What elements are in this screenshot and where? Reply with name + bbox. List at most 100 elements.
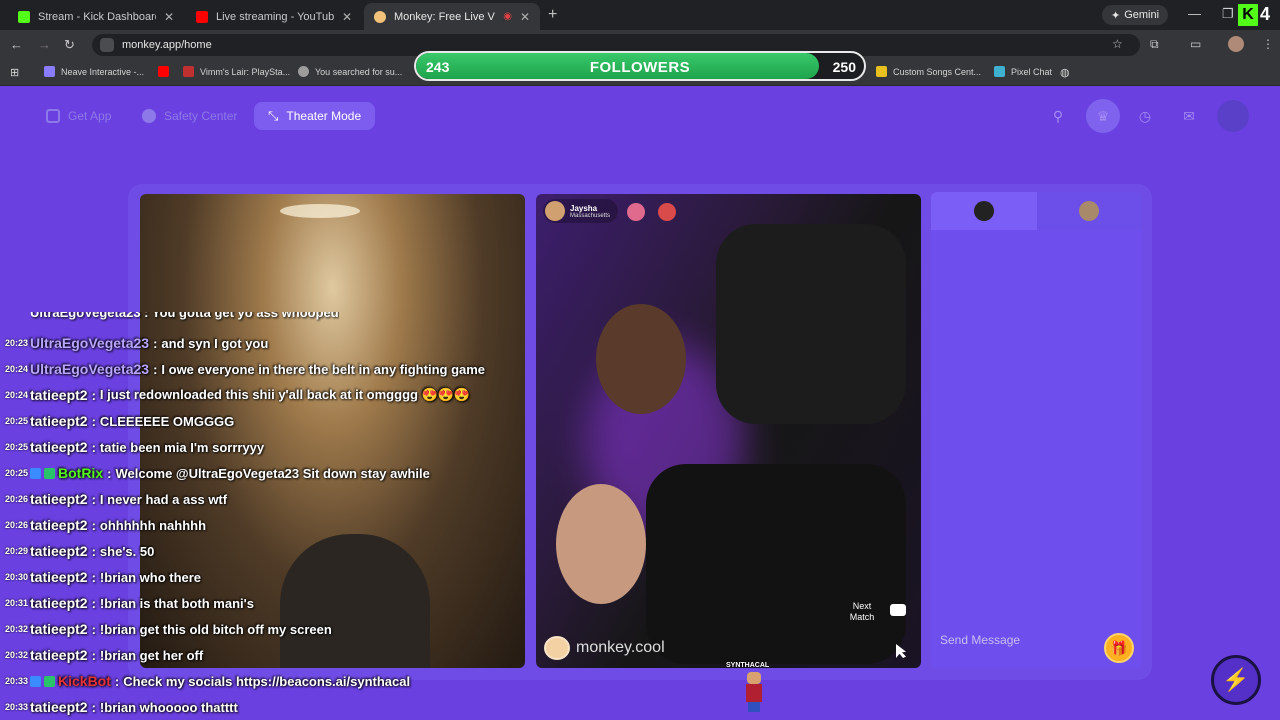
text-chat-panel xyxy=(931,192,1142,668)
chat-username[interactable]: KickBot xyxy=(58,673,111,689)
chat-tab-1[interactable] xyxy=(931,192,1037,230)
chat-message: !brian get her off xyxy=(99,647,204,663)
report-icon[interactable] xyxy=(658,203,676,221)
followers-label: FOLLOWERS xyxy=(589,59,691,76)
bookmark-neave[interactable]: Neave Interactive -... xyxy=(44,66,144,77)
url-text: monkey.app/home xyxy=(122,39,212,51)
chat-tab-2[interactable] xyxy=(1036,192,1142,230)
bookmark-label: Vimm's Lair: PlaySta... xyxy=(200,66,291,77)
messages-icon[interactable]: ✉ xyxy=(1176,103,1202,129)
chat-line: 20:29 tatieept2: she's. 50 xyxy=(0,538,154,564)
gemini-button[interactable]: ✦ Gemini xyxy=(1102,5,1169,25)
chat-username[interactable]: tatieept2 xyxy=(30,517,88,533)
globe-icon xyxy=(298,66,309,77)
kick-favicon-icon xyxy=(18,10,30,23)
overlay-number: 4 xyxy=(1260,4,1271,24)
globe-icon[interactable]: ◍ xyxy=(1060,66,1070,79)
tab-title: Monkey: Free Live Video Chat xyxy=(394,10,495,23)
custom-songs-icon xyxy=(876,66,887,77)
forward-icon[interactable]: → xyxy=(38,37,51,52)
apps-grid-icon[interactable]: ⊞ xyxy=(10,66,19,79)
chat-username[interactable]: UltraEgoVegeta23 xyxy=(30,335,149,351)
chat-message: ohhhhhh nahhhh xyxy=(99,517,207,533)
reload-icon[interactable]: ↻ xyxy=(64,37,75,53)
search-icon[interactable]: ⚲ xyxy=(1045,103,1071,129)
chat-username[interactable]: tatieept2 xyxy=(30,621,88,637)
maximize-icon[interactable]: ❐ xyxy=(1222,6,1234,22)
person-face xyxy=(556,484,646,604)
chat-separator: : xyxy=(153,335,158,351)
close-tab-icon[interactable]: ✕ xyxy=(342,10,352,24)
close-tab-icon[interactable]: ✕ xyxy=(520,10,530,24)
site-info-icon[interactable] xyxy=(100,38,114,52)
chat-timestamp: 20:32 xyxy=(4,650,28,660)
bookmark-label: Neave Interactive -... xyxy=(61,66,145,77)
heart-icon[interactable] xyxy=(627,203,645,221)
chat-timestamp: 20:25 xyxy=(4,442,28,452)
chat-username[interactable]: tatieept2 xyxy=(30,569,88,585)
crown-icon[interactable]: ♛ xyxy=(1086,99,1120,133)
chat-username[interactable]: tatieept2 xyxy=(30,491,88,507)
bookmark-star-icon[interactable]: ☆ xyxy=(1112,37,1123,51)
get-app-button[interactable]: Get App xyxy=(32,102,125,130)
next-match-icon[interactable] xyxy=(890,604,906,616)
chat-message: !brian whooooo thatttt xyxy=(99,699,238,715)
chat-line: 20:31 tatieept2: !brian is that both mani'… xyxy=(0,590,254,616)
lightning-button[interactable]: ⚡ xyxy=(1211,655,1261,705)
side-panel-icon[interactable]: ▭ xyxy=(1190,37,1201,51)
chat-username[interactable]: tatieept2 xyxy=(30,439,88,455)
extensions-icon[interactable]: ⧉ xyxy=(1150,37,1159,52)
close-tab-icon[interactable]: ✕ xyxy=(164,10,174,24)
safety-center-label: Safety Center xyxy=(164,109,238,123)
history-icon[interactable]: ◷ xyxy=(1132,103,1158,129)
tab-monkey[interactable]: Monkey: Free Live Video Chat ◉ ✕ xyxy=(364,3,540,30)
back-icon[interactable]: ← xyxy=(10,37,23,52)
tab-kick-dashboard[interactable]: Stream - Kick Dashboard ✕ xyxy=(8,3,184,30)
profile-avatar[interactable] xyxy=(1228,36,1244,52)
chat-username[interactable]: tatieept2 xyxy=(30,595,88,611)
chat-username[interactable]: tatieept2 xyxy=(30,413,88,429)
chat-message: Welcome @UltraEgoVegeta23 Sit down stay … xyxy=(115,465,430,481)
bookmark-vimms-lair[interactable]: Vimm's Lair: PlaySta... xyxy=(183,66,290,77)
chat-username[interactable]: tatieept2 xyxy=(30,699,88,715)
bookmark-search[interactable]: You searched for su... xyxy=(298,66,402,77)
tab-youtube-studio[interactable]: Live streaming - YouTube Studio ✕ xyxy=(186,3,362,30)
bookmark-label: You searched for su... xyxy=(315,66,403,77)
next-match-label: Next Match xyxy=(849,601,875,622)
chat-timestamp: 20:33 xyxy=(4,676,28,686)
chat-line: 20:33 tatieept2: !brian whooooo thatttt xyxy=(0,694,238,720)
chat-separator: : xyxy=(91,595,96,611)
menu-icon[interactable]: ⋮ xyxy=(1262,37,1274,51)
gift-button[interactable]: 🎁 xyxy=(1104,633,1134,663)
chat-message: I never had a ass wtf xyxy=(99,491,228,507)
chat-username[interactable]: BotRix xyxy=(58,465,103,481)
match-video-feed xyxy=(536,194,921,668)
send-message-input[interactable] xyxy=(940,633,1090,647)
bookmark-youtube[interactable] xyxy=(158,66,169,77)
chat-line: 20:23 UltraEgoVegeta23: and syn I got you xyxy=(0,330,268,356)
chat-username[interactable]: tatieept2 xyxy=(30,647,88,663)
chat-username[interactable]: UltraEgoVegeta23 xyxy=(30,361,149,377)
chat-timestamp: 20:29 xyxy=(4,546,28,556)
chat-timestamp: 20:31 xyxy=(4,598,28,608)
chat-message: CLEEEEEE OMGGGG xyxy=(99,413,235,429)
chat-line: 20:30 tatieept2: !brian who there xyxy=(0,564,201,590)
minimize-icon[interactable]: — xyxy=(1188,6,1201,21)
bookmark-custom-songs[interactable]: Custom Songs Cent... xyxy=(876,66,981,77)
new-tab-button[interactable]: + xyxy=(548,6,557,24)
sparkle-icon: ✦ xyxy=(1111,9,1121,22)
monkey-watermark: monkey.cool xyxy=(544,636,665,660)
match-user-card[interactable]: Jaysha Massachusetts xyxy=(543,199,619,223)
expand-icon: ⤡ xyxy=(268,108,279,123)
theater-mode-button[interactable]: ⤡ Theater Mode xyxy=(254,102,376,130)
bookmark-pixel-chat[interactable]: Pixel Chat xyxy=(994,66,1052,77)
theater-mode-label: Theater Mode xyxy=(286,109,362,123)
chat-timestamp: 20:26 xyxy=(4,520,28,530)
match-avatar xyxy=(545,201,565,221)
chat-timestamp: 20:24 xyxy=(4,364,28,374)
chat-tabs xyxy=(931,192,1142,230)
chat-username[interactable]: tatieept2 xyxy=(30,543,88,559)
safety-center-button[interactable]: Safety Center xyxy=(128,102,251,130)
chat-username[interactable]: tatieept2 xyxy=(30,387,88,403)
user-avatar[interactable] xyxy=(1217,100,1249,132)
